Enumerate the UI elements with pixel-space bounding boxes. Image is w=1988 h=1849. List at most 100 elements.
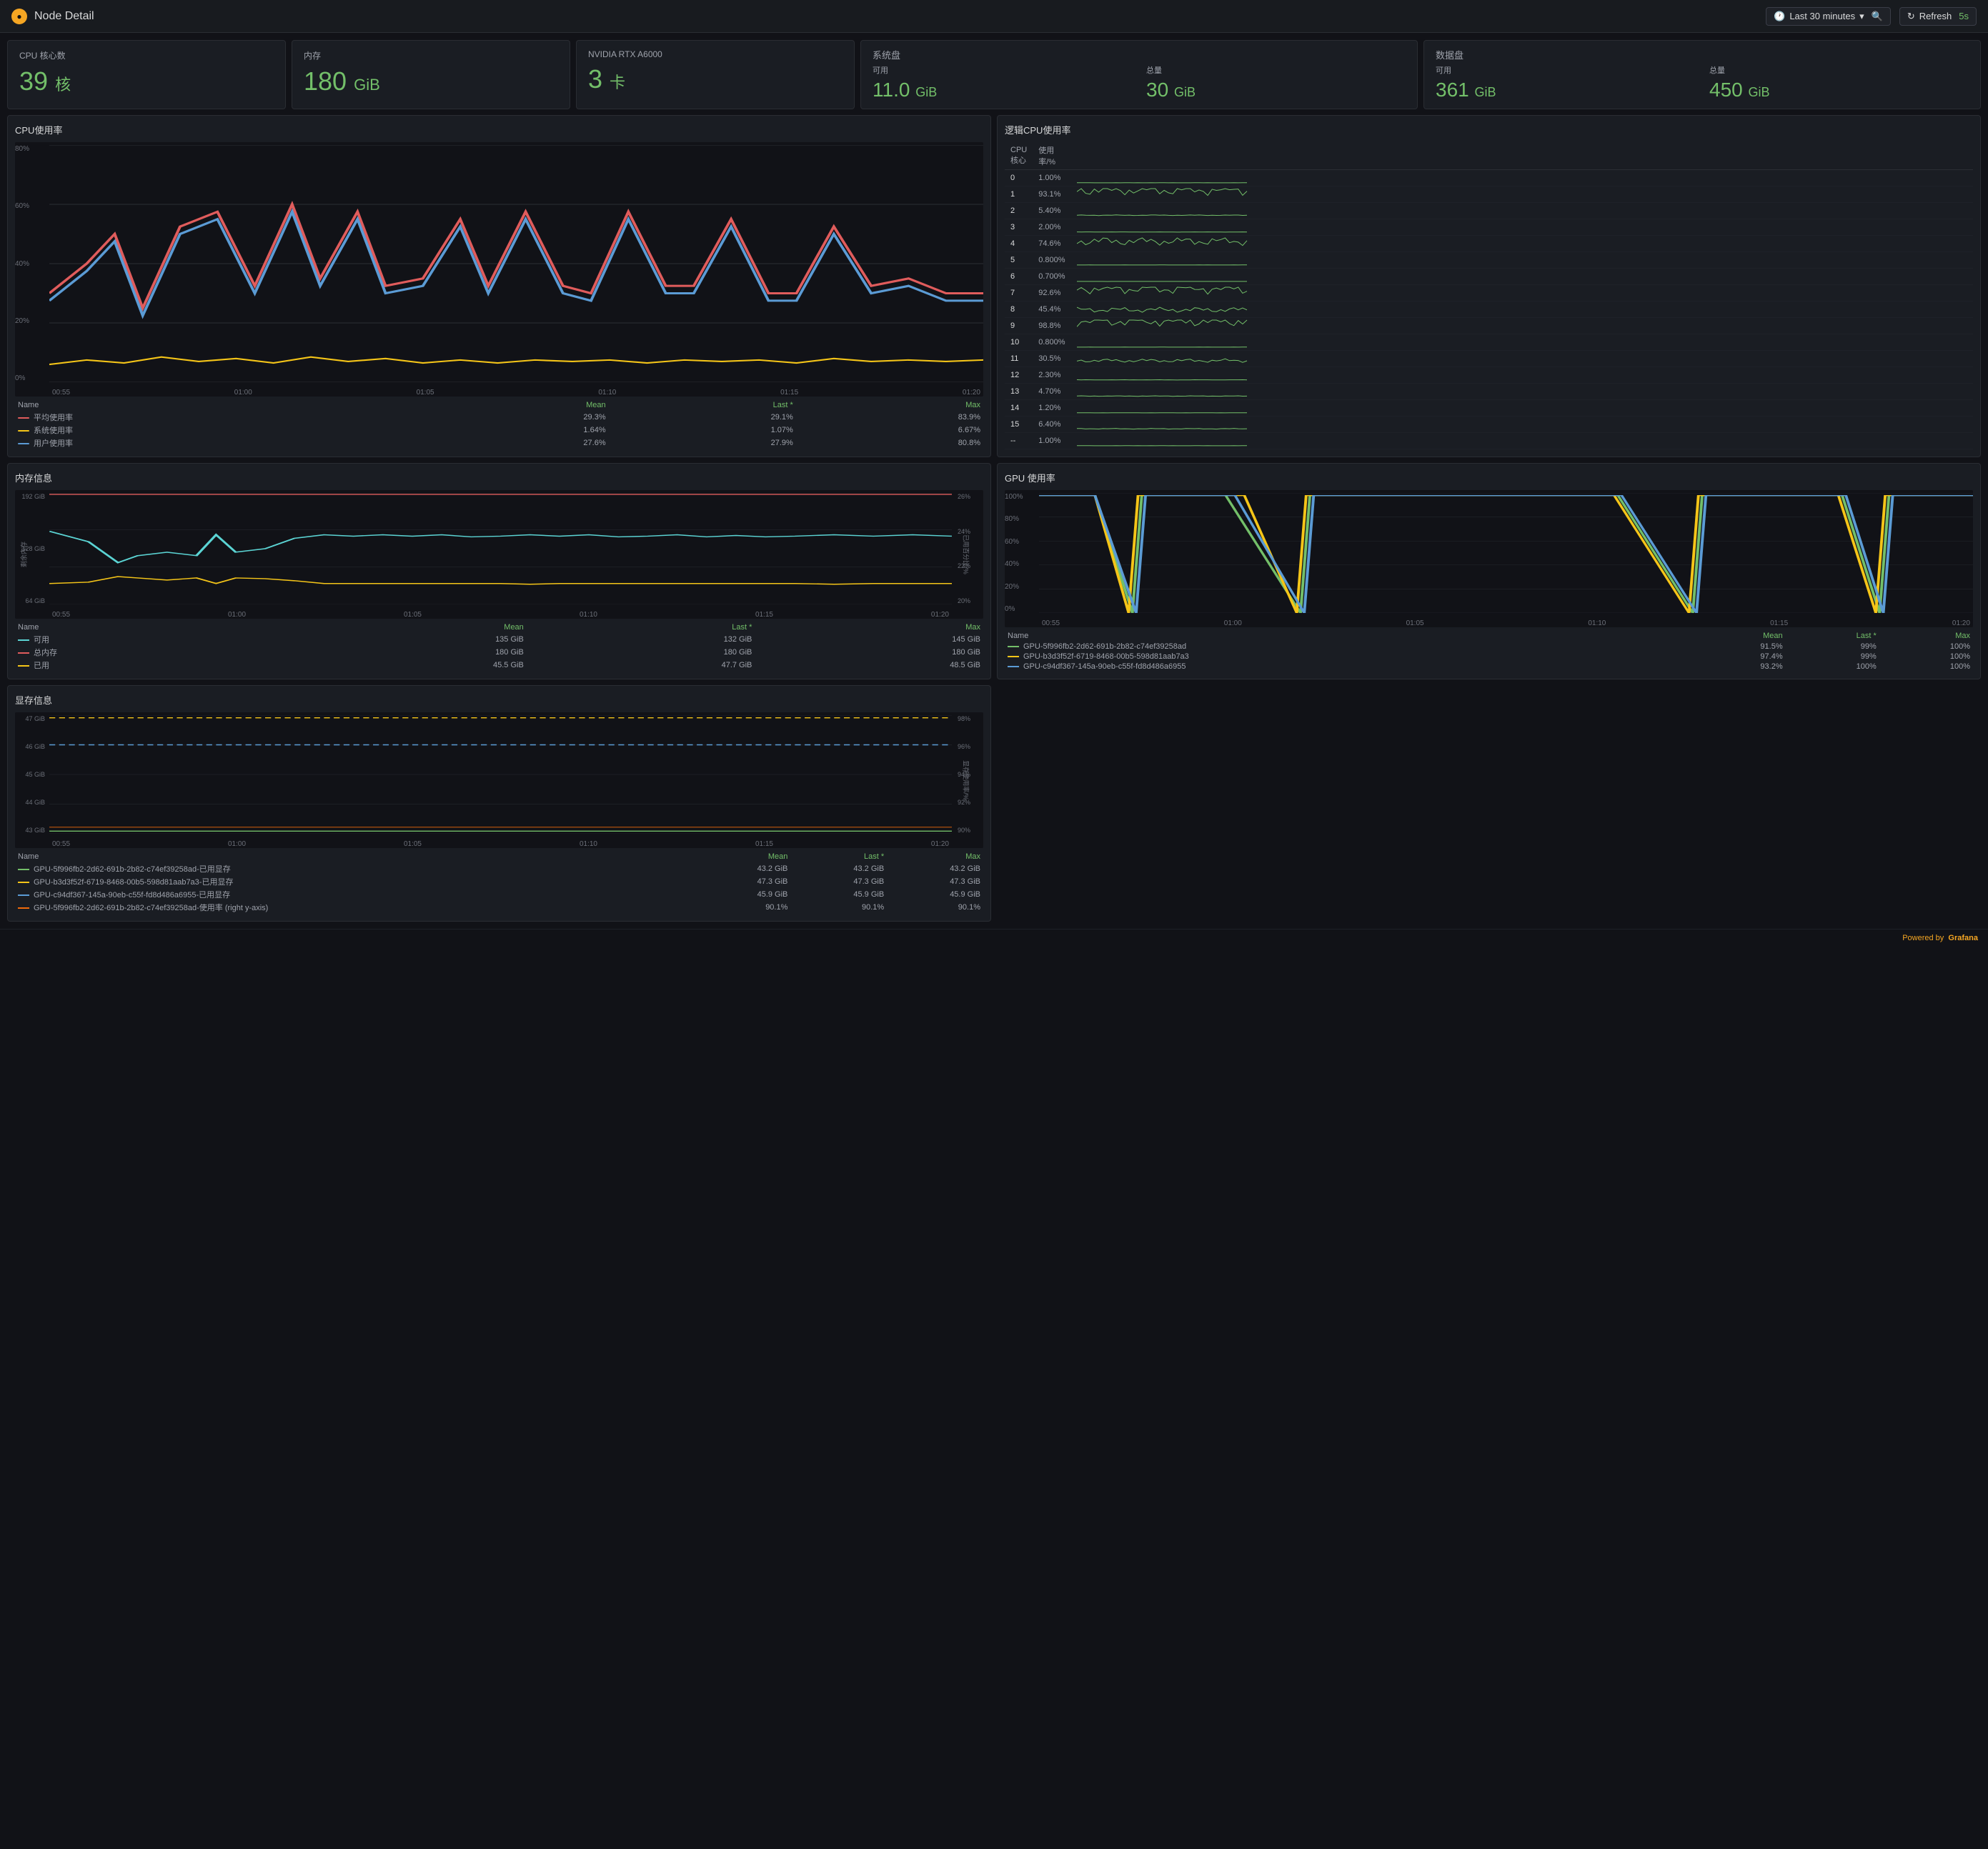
gpu-value: 3 卡 [588,65,843,94]
legend-max: 80.8% [796,437,983,449]
legend-name: GPU-b3d3f52f-6719-8468-00b5-598d81aab7a3 [1005,652,1684,662]
legend-name: 系统使用率 [15,424,421,437]
legend-max: 90.1% [887,901,983,914]
core-usage: 0.700% [1033,269,1070,285]
logical-cpu-row: 1 93.1% [1005,186,1973,203]
core-number: 6 [1005,269,1033,285]
legend-mean: 97.4% [1684,652,1785,662]
logical-cpu-row: -- 1.00% [1005,433,1973,449]
legend-max: 100% [1879,662,1973,672]
core-number: 11 [1005,351,1033,367]
memory-chart: 192 GiB128 GiB64 GiB 剩余内存 [15,490,983,619]
legend-max: 45.9 GiB [887,888,983,901]
core-number: 10 [1005,334,1033,351]
legend-last: 27.9% [609,437,796,449]
legend-mean: 91.5% [1684,642,1785,652]
core-sparkline [1071,301,1973,318]
gpu-legend-row: GPU-5f996fb2-2d62-691b-2b82-c74ef39258ad… [1005,642,1973,652]
core-usage: 45.4% [1033,301,1070,318]
logical-cpu-row: 4 74.6% [1005,236,1973,252]
core-usage: 0.800% [1033,334,1070,351]
refresh-interval: 5s [1959,11,1969,21]
legend-name: GPU-c94df367-145a-90eb-c55f-fd8d486a6955 [1005,662,1684,672]
memory-label: 内存 [304,49,558,61]
legend-mean: 135 GiB [298,633,527,646]
legend-mean: 180 GiB [298,646,527,659]
logical-cpu-title: 逻辑CPU使用率 [1005,123,1973,136]
legend-mean: 90.1% [695,901,791,914]
logical-cpu-row: 10 0.800% [1005,334,1973,351]
main-content: CPU 核心数 39 核 内存 180 GiB NVIDIA RTX A6000… [0,33,1988,929]
core-sparkline [1071,219,1973,236]
core-sparkline [1071,384,1973,400]
core-sparkline [1071,236,1973,252]
legend-max: 48.5 GiB [755,659,983,672]
gpu-chart-plot [1039,493,1973,613]
logical-cpu-row: 5 0.800% [1005,252,1973,269]
logical-cpu-row: 12 2.30% [1005,367,1973,384]
legend-mean: 45.5 GiB [298,659,527,672]
gpu-legend-row: GPU-c94df367-145a-90eb-c55f-fd8d486a6955… [1005,662,1973,672]
memory-title: 内存信息 [15,471,983,484]
core-number: 9 [1005,318,1033,334]
logical-cpu-row: 9 98.8% [1005,318,1973,334]
logical-cpu-table-scroll[interactable]: CPU 核心 使用率/% 0 1.00% 1 93.1% 2 5.40% [1005,142,1973,449]
memory-value: 180 GiB [304,67,558,96]
zoom-out-icon: 🔍 [1872,11,1883,22]
logical-cpu-row: 14 1.20% [1005,400,1973,417]
logical-cpu-row: 11 30.5% [1005,351,1973,367]
memory-panel: 内存信息 192 GiB128 GiB64 GiB 剩余内存 [7,463,991,679]
data-disk-avail-value: 361 GiB [1436,79,1695,101]
footer-text: Powered by Grafana [1902,934,1978,942]
legend-mean: 45.9 GiB [695,888,791,901]
data-disk-title: 数据盘 [1436,48,1969,61]
vram-chart-plot [49,715,952,834]
core-usage: 1.20% [1033,400,1070,417]
core-usage: 5.40% [1033,203,1070,219]
cpu-cores-value: 39 核 [19,67,274,96]
core-sparkline [1071,367,1973,384]
grafana-brand: Grafana [1948,934,1978,942]
core-number: -- [1005,433,1033,449]
logical-cpu-row: 8 45.4% [1005,301,1973,318]
legend-last: 29.1% [609,411,796,424]
legend-name: 平均使用率 [15,411,421,424]
core-sparkline [1071,252,1973,269]
core-usage: 2.30% [1033,367,1070,384]
core-sparkline [1071,433,1973,449]
gpu-usage-panel: GPU 使用率 100%80%60%40%20%0% [997,463,1981,679]
cpu-legend-table: Name Mean Last * Max 平均使用率 29.3% 29.1% 8… [15,399,983,449]
legend-name: GPU-5f996fb2-2d62-691b-2b82-c74ef39258ad… [15,901,695,914]
core-usage: 1.00% [1033,170,1070,186]
page-title: Node Detail [34,10,94,23]
core-number: 13 [1005,384,1033,400]
legend-max: 47.3 GiB [887,875,983,888]
legend-max: 100% [1879,642,1973,652]
vram-legend-row: GPU-c94df367-145a-90eb-c55f-fd8d486a6955… [15,888,983,901]
refresh-button[interactable]: ↻ Refresh 5s [1899,7,1977,26]
cpu-y-labels: 80%60%40%20%0% [15,142,49,382]
core-sparkline [1071,400,1973,417]
memory-card: 内存 180 GiB [292,40,570,109]
legend-last: 43.2 GiB [790,862,887,875]
stat-row: CPU 核心数 39 核 内存 180 GiB NVIDIA RTX A6000… [7,40,1981,109]
vram-legend-row: GPU-b3d3f52f-6719-8468-00b5-598d81aab7a3… [15,875,983,888]
core-usage: 93.1% [1033,186,1070,203]
memory-legend-row: 已用 45.5 GiB 47.7 GiB 48.5 GiB [15,659,983,672]
cpu-usage-chart: 80%60%40%20%0% [15,142,983,397]
legend-mean: 1.64% [421,424,608,437]
core-number: 5 [1005,252,1033,269]
legend-name: GPU-b3d3f52f-6719-8468-00b5-598d81aab7a3… [15,875,695,888]
core-usage: 1.00% [1033,433,1070,449]
time-range-picker[interactable]: 🕐 Last 30 minutes ▾ 🔍 [1766,7,1891,26]
legend-mean: 29.3% [421,411,608,424]
footer: Powered by Grafana [0,929,1988,947]
sys-disk-total-value: 30 GiB [1146,79,1406,101]
legend-name: GPU-5f996fb2-2d62-691b-2b82-c74ef39258ad… [15,862,695,875]
legend-max: 180 GiB [755,646,983,659]
gpu-usage-title: GPU 使用率 [1005,471,1973,484]
core-number: 8 [1005,301,1033,318]
legend-mean: 47.3 GiB [695,875,791,888]
legend-last: 99% [1786,652,1879,662]
legend-name: GPU-c94df367-145a-90eb-c55f-fd8d486a6955… [15,888,695,901]
